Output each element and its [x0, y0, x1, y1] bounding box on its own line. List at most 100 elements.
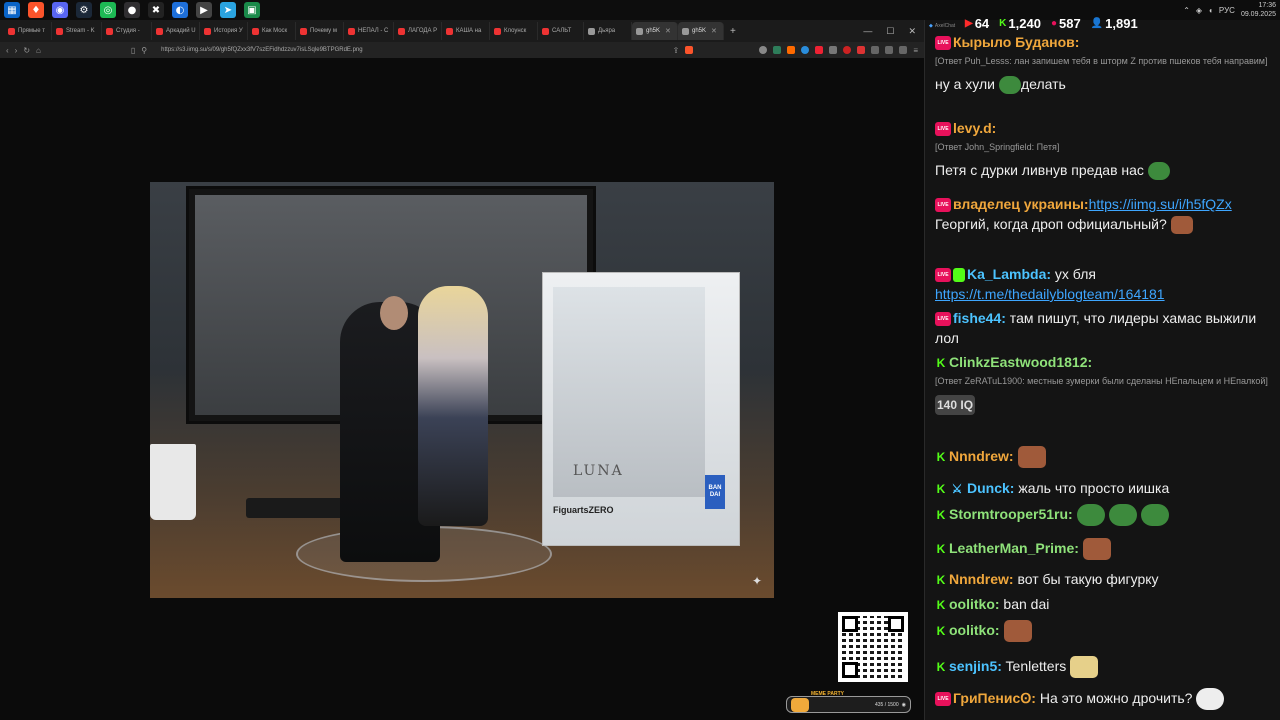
browser-tab[interactable]: КАША на [442, 22, 490, 40]
tab-favicon-icon [542, 27, 549, 35]
new-tab-button[interactable]: + [724, 26, 742, 37]
url-field[interactable]: https://s3.iimg.su/s/09/gh5fQZxx3fV7szEF… [161, 47, 362, 53]
viewer-count: 1,891 [1105, 16, 1138, 31]
windows-icon[interactable]: ▦ [4, 2, 20, 18]
browser-tab[interactable]: НЕПАЛ - С [344, 22, 394, 40]
browser-tab[interactable]: Как Моск [248, 22, 296, 40]
page-viewport: LUNA FiguartsZERO BAN DAI ✦ [0, 58, 924, 720]
forward-icon[interactable]: › [15, 46, 18, 55]
brave-shield-icon[interactable] [685, 46, 694, 54]
chat-link[interactable]: https://t.me/thedailyblogteam/164181 [935, 286, 1165, 302]
chat-message-body: Петя с дурки ливнув предав нас [935, 160, 1274, 181]
tab-label: gh5K [692, 28, 707, 34]
extension-icon[interactable] [787, 46, 796, 54]
viewer-stat: ● 587 [1051, 16, 1081, 31]
emote-icon [1082, 538, 1111, 561]
chat-username[interactable]: fishe44: [953, 310, 1006, 326]
chat-username[interactable]: senjin5: [949, 658, 1002, 674]
volume-icon[interactable]: ◖ [1208, 6, 1213, 15]
sword-badge-icon: ⚔ [951, 482, 963, 497]
maximize-icon[interactable]: ☐ [886, 26, 894, 37]
minimize-icon[interactable]: — [863, 26, 872, 37]
extension-icon[interactable] [857, 46, 866, 54]
emote-icon [1003, 620, 1032, 643]
obs-icon[interactable]: ● [124, 2, 140, 18]
meme-party-title: MEME PARTY [811, 691, 844, 697]
capcut-icon[interactable]: ✖ [148, 2, 164, 18]
chat-message: K ⚔ Dunck: жаль что просто иишка [935, 478, 1274, 498]
browser-tab[interactable]: Stream - K [52, 22, 102, 40]
tab-label: Почему м [310, 28, 337, 34]
network-icon[interactable]: ◈ [1196, 6, 1202, 15]
spotify-icon[interactable]: ◎ [100, 2, 116, 18]
browser-tab[interactable]: История У [200, 22, 248, 40]
browser-tab[interactable]: gh5K ✕ [632, 22, 678, 40]
sidebar-icon[interactable] [885, 46, 894, 54]
home-icon[interactable]: ⌂ [36, 46, 41, 55]
chat-message: LIVE владелец украины:https://iimg.su/i/h… [935, 194, 1274, 235]
chat-message-header: LIVE Ka_Lambda: ух бля https://t.me/thedai… [935, 264, 1274, 304]
chat-message: K Nnndrew: [935, 446, 1274, 469]
tab-favicon-icon [494, 27, 501, 35]
chevron-up-icon[interactable]: ⌃ [1183, 6, 1190, 15]
back-icon[interactable]: ‹ [6, 46, 9, 55]
chat-username[interactable]: Nnndrew: [949, 448, 1014, 464]
share-icon[interactable]: ⇪ [673, 46, 680, 55]
figure-girl [418, 286, 488, 526]
meme-party-progress: 435 / 1500 [874, 701, 899, 708]
site-info-icon[interactable]: ⚲ [141, 46, 147, 55]
chat-message-header: LIVE ГриПенисꙨ: На это можно дрочить? [935, 688, 1274, 711]
chat-message: LIVE ГриПенисꙨ: На это можно дрочить? [935, 688, 1274, 711]
language-indicator[interactable]: РУС [1219, 6, 1235, 15]
chat-username[interactable]: ClinkzEastwood1812: [949, 354, 1092, 370]
chat-username[interactable]: ГриПенисꙨ: [953, 690, 1036, 706]
app-icon[interactable]: ◐ [172, 2, 188, 18]
chat-username[interactable]: Stormtrooper51ru: [949, 506, 1073, 522]
screen-icon[interactable]: ▣ [244, 2, 260, 18]
extension-icon[interactable] [759, 46, 768, 54]
tab-label: Как Моск [262, 28, 288, 34]
clock[interactable]: 17:36 09.09.2025 [1241, 1, 1276, 19]
browser-tab[interactable]: Клоунск [490, 22, 538, 40]
browser-tab[interactable]: Аркадий U [152, 22, 200, 40]
chat-message: K ClinkzEastwood1812: [Ответ ZeRATuL1900: … [935, 352, 1274, 415]
chat-username[interactable]: Nnndrew: [949, 571, 1014, 587]
close-icon[interactable]: ✕ [908, 26, 916, 37]
browser-tab[interactable]: ЛАГОДА Р [394, 22, 442, 40]
chat-username[interactable]: Кырыло Буданов: [953, 34, 1079, 50]
chat-username[interactable]: LeatherMan_Prime: [949, 540, 1079, 556]
extension-icon[interactable] [829, 46, 838, 54]
extension-icon[interactable] [843, 46, 852, 54]
reload-icon[interactable]: ↻ [23, 46, 30, 55]
chat-username[interactable]: Ka_Lambda: [967, 266, 1051, 282]
brave-icon[interactable]: ♦ [28, 2, 44, 18]
extension-icon[interactable] [801, 46, 810, 54]
browser-tab[interactable]: Почему м [296, 22, 344, 40]
chat-username[interactable]: levy.d: [953, 120, 996, 136]
chat-username[interactable]: Dunck: [967, 480, 1014, 496]
bookmark-icon[interactable]: ▯ [131, 46, 135, 55]
browser-tab[interactable]: САЛЬТ [538, 22, 584, 40]
steam-icon[interactable]: ⚙ [76, 2, 92, 18]
chat-username[interactable]: владелец украины: [953, 196, 1089, 212]
media-icon[interactable] [899, 46, 908, 54]
telegram-icon[interactable]: ➤ [220, 2, 236, 18]
browser-tab[interactable]: Студия - [102, 22, 152, 40]
close-tab-icon[interactable]: ✕ [665, 27, 671, 35]
extension-icon[interactable] [773, 46, 782, 54]
chat-username[interactable]: oolitko: [949, 596, 1000, 612]
browser-tab[interactable]: Прямые т [4, 22, 52, 40]
chat-message: K Nnndrew: вот бы такую фигурку [935, 569, 1274, 589]
chat-username[interactable]: oolitko: [949, 622, 1000, 638]
close-tab-icon[interactable]: ✕ [711, 27, 717, 35]
chat-link[interactable]: https://iimg.su/i/h5fQZx [1089, 196, 1232, 212]
discord-icon[interactable]: ◉ [52, 2, 68, 18]
player-icon[interactable]: ▶ [196, 2, 212, 18]
browser-tab[interactable]: Дьяра [584, 22, 632, 40]
extensions-puzzle-icon[interactable] [871, 46, 880, 54]
chat-message-text: жаль что просто иишка [1014, 480, 1170, 496]
extension-icon[interactable] [815, 46, 824, 54]
menu-icon[interactable]: ≡ [913, 46, 918, 55]
browser-tab[interactable]: gh5K ✕ [678, 22, 724, 40]
tab-favicon-icon [204, 27, 211, 35]
